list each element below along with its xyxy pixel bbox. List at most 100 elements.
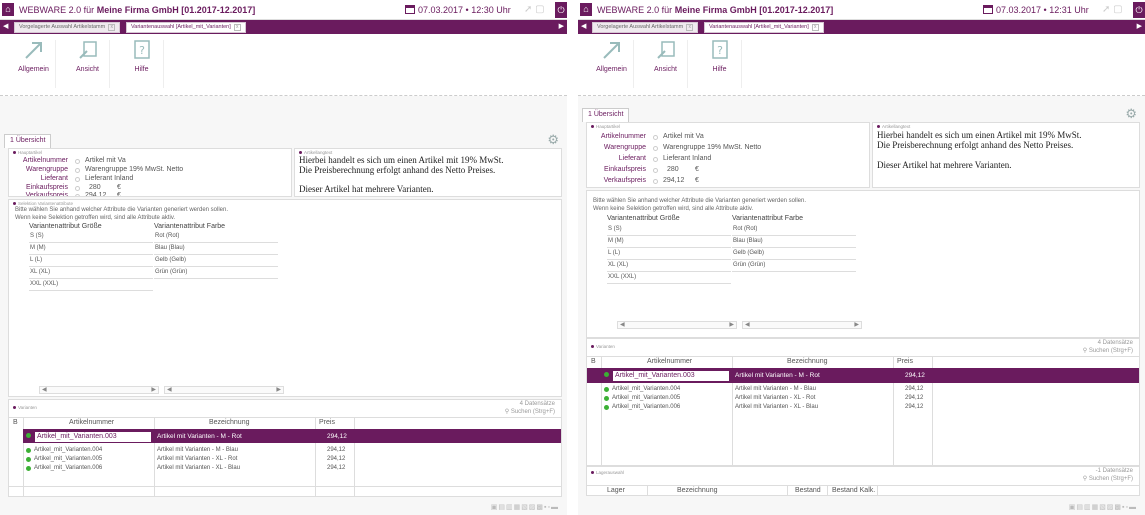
row-bezeichnung[interactable]: Artikel mit Varianten - XL - Rot <box>157 456 237 462</box>
tab-vorgelagerte-auswahl[interactable]: Vorgelagerte Auswahl Artikelstamm x <box>14 22 121 33</box>
tab-uebersicht[interactable]: 1 Übersicht <box>4 134 52 148</box>
color-option[interactable]: Rot (Rot) <box>732 224 856 236</box>
size-option[interactable]: XL (XL) <box>29 267 153 279</box>
expand-icon[interactable]: ➚ <box>1102 4 1110 15</box>
row-bezeichnung[interactable]: Artikel mit Varianten - XL - Rot <box>735 395 815 401</box>
color-option[interactable]: Grün (Grün) <box>154 267 278 279</box>
settings-icon[interactable]: ⚙ <box>1125 106 1137 121</box>
color-option[interactable]: Blau (Blau) <box>154 243 278 255</box>
scroll-left-icon[interactable]: ◀ <box>620 321 625 328</box>
hilfe-button[interactable]: ? Hilfe <box>698 40 742 88</box>
color-option[interactable]: Rot (Rot) <box>154 231 278 243</box>
row-artikelnummer[interactable]: Artikel_mit_Varianten.006 <box>34 465 102 471</box>
search-button[interactable]: ⚲ Suchen (Strg+F) <box>505 408 555 416</box>
close-icon[interactable]: x <box>686 24 694 31</box>
allgemein-button[interactable]: Allgemein <box>12 40 56 88</box>
size-option[interactable]: XXL (XXL) <box>29 279 153 291</box>
col-header-bezeichnung[interactable]: Bezeichnung <box>787 358 827 365</box>
size-scrollbar[interactable]: ◀ ▶ <box>617 321 737 329</box>
col-header-lager[interactable]: Lager <box>607 487 625 494</box>
size-option[interactable]: M (M) <box>29 243 153 255</box>
size-option[interactable]: L (L) <box>29 255 153 267</box>
home-icon[interactable]: ⌂ <box>2 3 14 16</box>
color-option[interactable]: Grün (Grün) <box>732 260 856 272</box>
row-artikelnummer[interactable]: Artikel_mit_Varianten.005 <box>612 395 680 401</box>
col-header-preis[interactable]: Preis <box>319 419 335 426</box>
row-artikelnummer[interactable]: Artikel_mit_Varianten.006 <box>612 404 680 410</box>
tab-left-arrow-icon[interactable]: ◀ <box>3 22 8 30</box>
scroll-left-icon[interactable]: ◀ <box>745 321 750 328</box>
size-option[interactable]: XL (XL) <box>607 260 731 272</box>
document-icon[interactable]: ▢ <box>535 4 544 15</box>
tab-right-arrow-icon[interactable]: ▶ <box>559 22 564 30</box>
scroll-left-icon[interactable]: ◀ <box>42 386 47 393</box>
color-scrollbar[interactable]: ◀ ▶ <box>164 386 284 394</box>
artikelnummer-edit[interactable]: Artikel_mit_Varianten.003 <box>612 370 730 382</box>
col-header-b[interactable]: B <box>591 358 596 365</box>
document-icon[interactable]: ▢ <box>1113 4 1122 15</box>
tab-left-arrow-icon[interactable]: ◀ <box>581 22 586 30</box>
calendar-icon[interactable] <box>983 5 993 14</box>
size-option[interactable]: L (L) <box>607 248 731 260</box>
scroll-right-icon[interactable]: ▶ <box>276 386 281 393</box>
row-bezeichnung[interactable]: Artikel mit Varianten - M - Blau <box>735 386 816 392</box>
color-option[interactable]: Blau (Blau) <box>732 236 856 248</box>
col-header-bestand[interactable]: Bestand <box>795 487 821 494</box>
row-bezeichnung[interactable]: Artikel mit Varianten - XL - Blau <box>735 404 818 410</box>
search-button[interactable]: ⚲ Suchen (Strg+F) <box>1083 347 1133 355</box>
scroll-right-icon[interactable]: ▶ <box>854 321 859 328</box>
row-preis[interactable]: 294,12 <box>327 465 345 471</box>
row-bezeichnung[interactable]: Artikel mit Varianten - M - Blau <box>157 447 238 453</box>
size-option[interactable]: S (S) <box>29 231 153 243</box>
tab-variantenauswahl[interactable]: Variantenauswahl [Artikel_mit_Varianten]… <box>126 22 246 33</box>
scroll-left-icon[interactable]: ◀ <box>167 386 172 393</box>
ribbon: Allgemein Ansicht ? Hilfe <box>578 34 1145 96</box>
hilfe-button[interactable]: ? Hilfe <box>120 40 164 88</box>
row-artikelnummer[interactable]: Artikel_mit_Varianten.004 <box>612 386 680 392</box>
artikelnummer-edit[interactable]: Artikel_mit_Varianten.003 <box>34 431 152 443</box>
row-bezeichnung[interactable]: Artikel mit Varianten - XL - Blau <box>157 465 240 471</box>
calendar-icon[interactable] <box>405 5 415 14</box>
size-option[interactable]: XXL (XXL) <box>607 272 731 284</box>
tab-variantenauswahl[interactable]: Variantenauswahl [Artikel_mit_Varianten]… <box>704 22 824 33</box>
size-scrollbar[interactable]: ◀ ▶ <box>39 386 159 394</box>
home-icon[interactable]: ⌂ <box>580 3 592 16</box>
col-header-artikelnummer[interactable]: Artikelnummer <box>69 419 114 426</box>
color-option[interactable]: Gelb (Gelb) <box>732 248 856 260</box>
row-preis[interactable]: 294,12 <box>327 447 345 453</box>
tab-uebersicht[interactable]: 1 Übersicht <box>582 108 630 122</box>
power-icon[interactable]: ⏻ <box>555 2 567 18</box>
currency-unit: € <box>117 192 121 197</box>
ansicht-button[interactable]: Ansicht <box>644 40 688 88</box>
tab-vorgelagerte-auswahl[interactable]: Vorgelagerte Auswahl Artikelstamm x <box>592 22 699 33</box>
color-option[interactable]: Gelb (Gelb) <box>154 255 278 267</box>
col-header-bestand-kalk[interactable]: Bestand Kalk. <box>832 487 875 494</box>
settings-icon[interactable]: ⚙ <box>547 132 559 147</box>
search-button[interactable]: ⚲ Suchen (Strg+F) <box>1083 475 1133 483</box>
size-option[interactable]: M (M) <box>607 236 731 248</box>
row-preis[interactable]: 294,12 <box>327 456 345 462</box>
col-header-artikelnummer[interactable]: Artikelnummer <box>647 358 692 365</box>
close-icon[interactable]: x <box>108 24 116 31</box>
power-icon[interactable]: ⏻ <box>1133 2 1145 18</box>
tab-right-arrow-icon[interactable]: ▶ <box>1137 22 1142 30</box>
row-artikelnummer[interactable]: Artikel_mit_Varianten.005 <box>34 456 102 462</box>
col-header-bezeichnung[interactable]: Bezeichnung <box>677 487 717 494</box>
expand-icon[interactable]: ➚ <box>524 4 532 15</box>
size-option[interactable]: S (S) <box>607 224 731 236</box>
scroll-right-icon[interactable]: ▶ <box>729 321 734 328</box>
col-header-b[interactable]: B <box>13 419 18 426</box>
col-header-preis[interactable]: Preis <box>897 358 913 365</box>
color-scrollbar[interactable]: ◀ ▶ <box>742 321 862 329</box>
allgemein-button[interactable]: Allgemein <box>590 40 634 88</box>
scroll-right-icon[interactable]: ▶ <box>151 386 156 393</box>
close-icon[interactable]: x <box>811 24 819 31</box>
row-preis[interactable]: 294,12 <box>905 404 923 410</box>
row-preis[interactable]: 294,12 <box>905 386 923 392</box>
col-header-bezeichnung[interactable]: Bezeichnung <box>209 419 249 426</box>
row-preis[interactable]: 294,12 <box>905 395 923 401</box>
ansicht-button[interactable]: Ansicht <box>66 40 110 88</box>
tab-label: Vorgelagerte Auswahl Artikelstamm <box>19 24 106 30</box>
row-artikelnummer[interactable]: Artikel_mit_Varianten.004 <box>34 447 102 453</box>
close-icon[interactable]: x <box>233 24 241 31</box>
